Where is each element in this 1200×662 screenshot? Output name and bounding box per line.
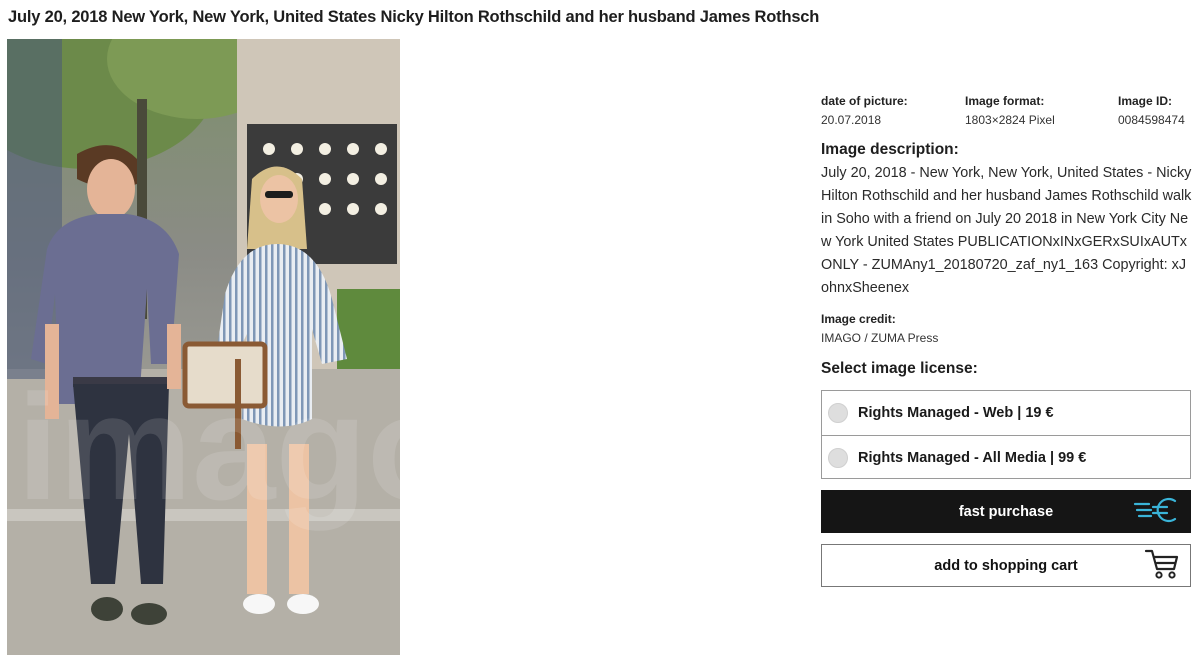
license-options: Rights Managed - Web | 19 € Rights Manag… (821, 390, 1191, 479)
radio-circle-icon[interactable] (828, 403, 848, 423)
date-field: date of picture: 20.07.2018 (821, 94, 908, 128)
date-value: 20.07.2018 (821, 113, 882, 127)
fast-purchase-button[interactable]: fast purchase (821, 490, 1191, 533)
id-value: 0084598474 (1118, 113, 1185, 127)
license-option-web[interactable]: Rights Managed - Web | 19 € (822, 391, 1190, 435)
page-title: July 20, 2018 New York, New York, United… (8, 8, 820, 26)
main-photo[interactable]: imago (7, 39, 400, 655)
format-label: Image format: (965, 94, 1045, 108)
id-label: Image ID: (1118, 94, 1173, 108)
license-option-label: Rights Managed - Web | 19 € (858, 405, 1054, 421)
fast-purchase-label: fast purchase (958, 503, 1054, 520)
license-heading: Select image license: (821, 360, 978, 377)
shopping-cart-icon (1144, 548, 1180, 584)
description-text: July 20, 2018 - New York, New York, Unit… (821, 165, 1192, 296)
license-option-label: Rights Managed - All Media | 99 € (858, 449, 1087, 466)
add-to-cart-button[interactable]: add to shopping cart (821, 544, 1191, 587)
license-option-all-media[interactable]: Rights Managed - All Media | 99 € (822, 435, 1190, 479)
photo-illustration: imago (7, 39, 400, 655)
format-field: Image format: 1803×2824 Pixel (965, 94, 1055, 128)
credit-label: Image credit: (821, 312, 896, 326)
radio-circle-icon[interactable] (828, 447, 848, 468)
euro-speed-icon (1133, 495, 1181, 529)
add-to-cart-label: add to shopping cart (934, 557, 1078, 574)
date-label: date of picture: (821, 94, 908, 108)
image-meta: date of picture: 20.07.2018 Image format… (821, 94, 1193, 130)
credit-value: IMAGO / ZUMA Press (821, 331, 939, 345)
description-heading: Image description: (821, 141, 959, 158)
format-value: 1803×2824 Pixel (965, 113, 1055, 127)
id-field: Image ID: 0084598474 (1118, 94, 1185, 128)
watermark-text: imago (17, 363, 400, 531)
